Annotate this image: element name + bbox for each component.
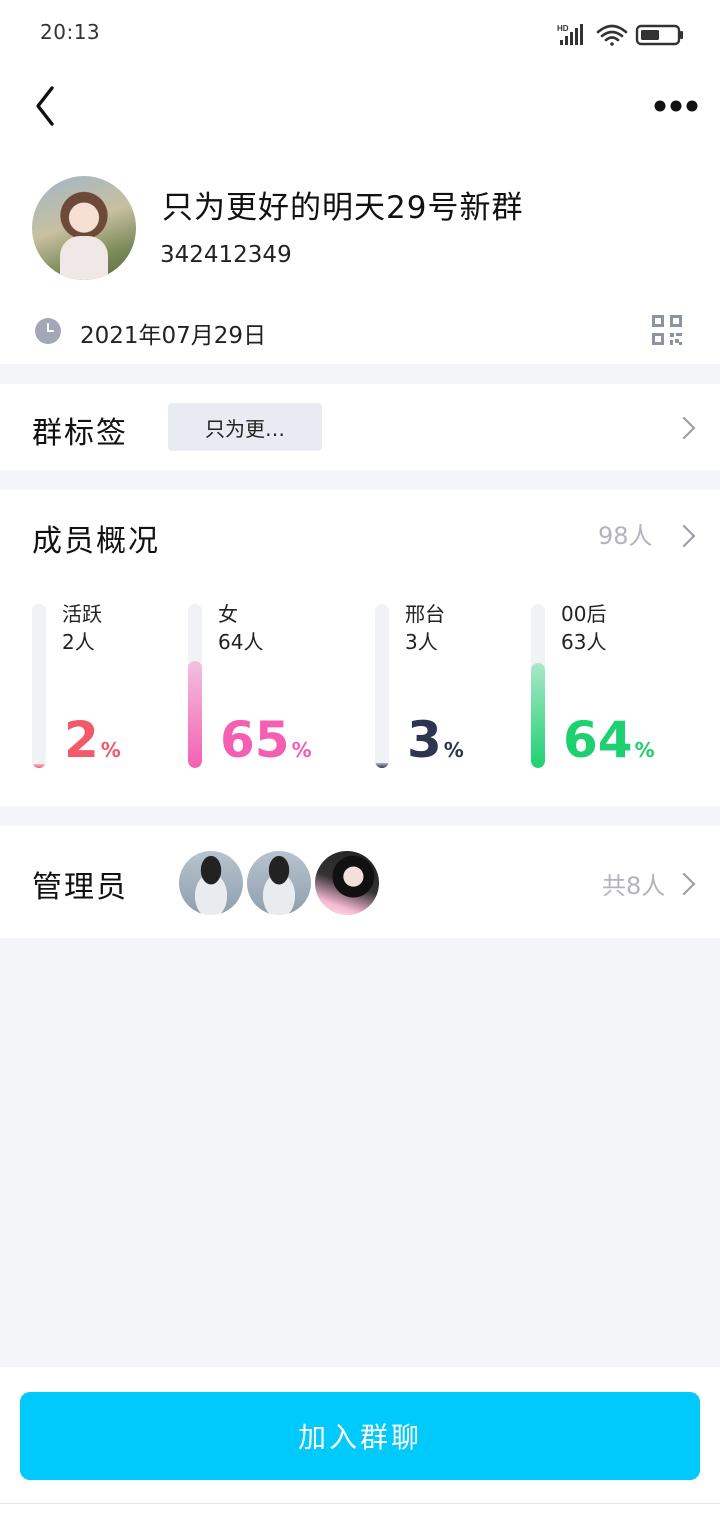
wifi-icon [596, 24, 628, 46]
stat-label: 邢台 [405, 602, 445, 626]
stat-value: 2人 [62, 630, 95, 654]
stat-female: 女 64人 65% [188, 600, 328, 770]
stat-bar-track [531, 604, 545, 768]
created-date: 2021年07月29日 [80, 323, 267, 349]
svg-text:HD: HD [557, 24, 569, 33]
stat-age: 00后 63人 64% [531, 600, 671, 770]
stat-location: 邢台 3人 3% [375, 600, 515, 770]
join-group-button[interactable]: 加入群聊 [20, 1392, 700, 1480]
stat-value: 3人 [405, 630, 438, 654]
admin-avatar[interactable] [315, 851, 379, 915]
status-time: 20:13 [40, 20, 101, 44]
stat-label: 活跃 [62, 602, 102, 626]
stat-bar-track [188, 604, 202, 768]
chevron-left-icon [36, 86, 54, 126]
more-dots-icon [654, 100, 698, 112]
admins-title: 管理员 [32, 870, 128, 905]
stat-bar-fill [375, 763, 389, 768]
stat-value: 63人 [561, 630, 607, 654]
admins-count: 共8人 [602, 872, 666, 900]
stat-label: 女 [218, 602, 238, 626]
status-icons: HD [557, 24, 683, 46]
qr-code-icon[interactable] [650, 313, 684, 347]
stat-value: 64人 [218, 630, 264, 654]
back-button[interactable] [30, 84, 66, 128]
members-count[interactable]: 98人 [598, 516, 653, 551]
stat-label: 00后 [561, 602, 607, 626]
stat-bar-fill [32, 764, 46, 768]
group-id: 342412349 [160, 242, 292, 268]
stat-bar-track [375, 604, 389, 768]
group-avatar[interactable] [32, 176, 136, 280]
stat-percent: 64% [563, 711, 655, 769]
stat-bar-fill [188, 661, 202, 768]
divider [0, 1503, 720, 1504]
stat-bar-track [32, 604, 46, 768]
stat-percent: 2% [64, 711, 121, 769]
admin-avatar[interactable] [179, 851, 243, 915]
stat-percent: 65% [220, 711, 312, 769]
battery-icon [635, 24, 683, 46]
tag-chip[interactable]: 只为更… [168, 403, 322, 451]
more-button[interactable] [652, 96, 700, 116]
admin-avatar[interactable] [247, 851, 311, 915]
stat-percent: 3% [407, 711, 464, 769]
stat-bar-fill [531, 663, 545, 768]
clock-icon [35, 318, 61, 344]
stat-active: 活跃 2人 2% [32, 600, 172, 770]
hd-signal-icon: HD [557, 24, 583, 45]
tags-title: 群标签 [32, 416, 128, 451]
group-name: 只为更好的明天29号新群 [162, 190, 524, 226]
members-title: 成员概况 [32, 524, 160, 559]
